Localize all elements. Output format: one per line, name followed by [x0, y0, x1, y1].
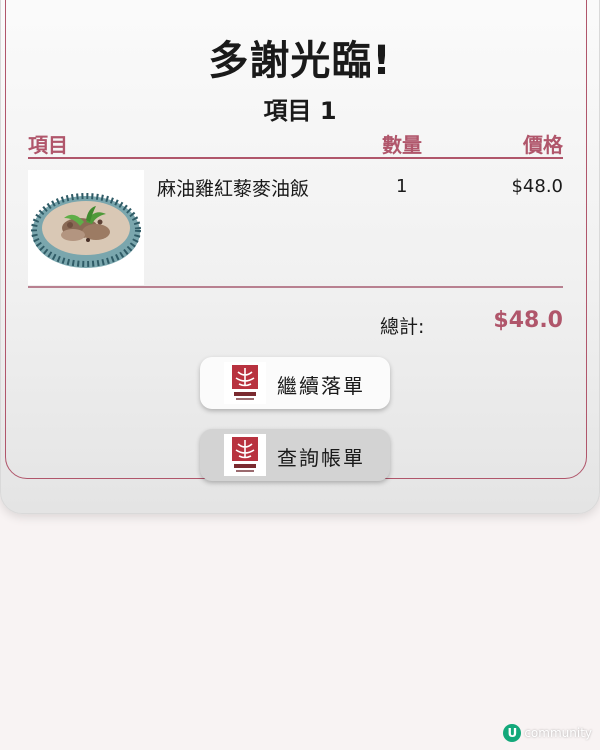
item-count-heading: 項目 1 [263, 97, 337, 125]
row-divider [28, 286, 563, 288]
u-logo-icon: U [503, 724, 522, 742]
page-title: 多謝光臨! [208, 38, 392, 84]
header-divider [28, 157, 563, 159]
total-label: 總計: [380, 316, 425, 338]
column-header-price: 價格 [523, 133, 563, 157]
restaurant-logo-icon [224, 434, 266, 476]
restaurant-logo-icon [224, 362, 266, 404]
view-bill-label: 查詢帳單 [277, 446, 365, 470]
rice-bowl-icon [31, 193, 141, 268]
watermark-text: community [524, 726, 592, 740]
watermark: U community [503, 724, 592, 742]
dish-image [28, 170, 144, 285]
view-bill-button[interactable]: 查詢帳單 [200, 429, 390, 481]
column-header-quantity: 數量 [382, 133, 422, 157]
continue-ordering-label: 繼續落單 [277, 374, 365, 398]
total-value: $48.0 [493, 308, 563, 333]
dish-price: $48.0 [511, 176, 563, 197]
continue-ordering-button[interactable]: 繼續落單 [200, 357, 390, 409]
dish-quantity: 1 [396, 176, 408, 197]
column-header-item: 項目 [28, 133, 68, 157]
dish-name: 麻油雞紅藜麥油飯 [157, 178, 310, 200]
